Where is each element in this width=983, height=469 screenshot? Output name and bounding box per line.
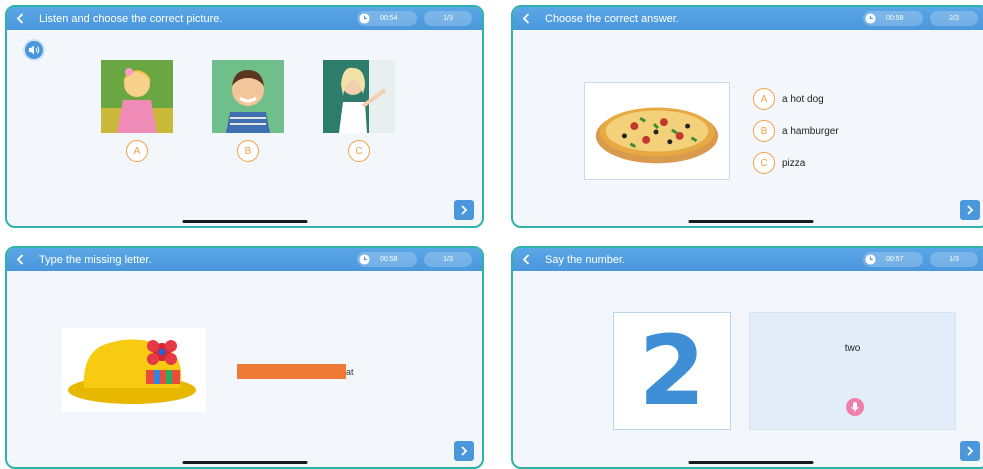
- clock-icon: [359, 254, 370, 265]
- top-bar: Say the number. 00:57 1/3: [513, 248, 983, 271]
- hat-picture: [62, 328, 206, 412]
- chevron-right-icon: [967, 446, 974, 456]
- top-bar: Type the missing letter. 00:58 1/3: [7, 248, 482, 271]
- timer-value: 00:58: [886, 15, 904, 22]
- record-button[interactable]: [846, 398, 864, 416]
- speaker-icon: [29, 45, 40, 55]
- number-value: 2: [638, 315, 706, 427]
- missing-letter-input[interactable]: [237, 364, 346, 379]
- number-display: 2: [613, 312, 731, 430]
- home-indicator: [182, 220, 307, 223]
- play-audio-button[interactable]: [23, 39, 45, 61]
- back-button[interactable]: [7, 248, 33, 271]
- back-button[interactable]: [513, 7, 539, 30]
- top-bar: Listen and choose the correct picture. 0…: [7, 7, 482, 30]
- chevron-left-icon: [522, 254, 529, 265]
- girl-picture[interactable]: [101, 60, 173, 133]
- number-word: two: [844, 343, 861, 354]
- home-indicator: [688, 461, 813, 464]
- top-bar: Choose the correct answer. 00:58 2/3: [513, 7, 983, 30]
- option-b-button[interactable]: B: [237, 140, 259, 162]
- timer-value: 00:58: [380, 256, 398, 263]
- timer-value: 00:57: [886, 256, 904, 263]
- page-indicator: 2/3: [930, 11, 978, 26]
- option-a-button[interactable]: A: [126, 140, 148, 162]
- choose-answer-card: Choose the correct answer. 00:58 2/3 A a…: [511, 5, 983, 228]
- clock-icon: [359, 13, 370, 24]
- option-b-letter: B: [753, 120, 775, 142]
- word-suffix: at: [346, 367, 354, 377]
- question-title: Choose the correct answer.: [545, 12, 679, 25]
- timer: 00:58: [863, 11, 923, 26]
- timer: 00:57: [863, 252, 923, 267]
- home-indicator: [182, 461, 307, 464]
- chevron-right-icon: [967, 205, 974, 215]
- answer-option-a[interactable]: A a hot dog: [753, 88, 824, 110]
- back-button[interactable]: [513, 248, 539, 271]
- back-button[interactable]: [7, 7, 33, 30]
- missing-letter-card: Type the missing letter. 00:58 1/3 at: [5, 246, 484, 469]
- next-button[interactable]: [454, 200, 474, 220]
- spoken-word-panel: two: [749, 312, 956, 430]
- question-title: Listen and choose the correct picture.: [39, 12, 223, 25]
- teacher-picture[interactable]: [323, 60, 395, 133]
- clock-icon: [865, 13, 876, 24]
- answer-option-c[interactable]: C pizza: [753, 152, 805, 174]
- question-title: Say the number.: [545, 253, 626, 266]
- chevron-left-icon: [16, 254, 23, 265]
- timer: 00:54: [357, 11, 417, 26]
- option-a-letter: A: [753, 88, 775, 110]
- option-c-letter: C: [753, 152, 775, 174]
- answer-option-b[interactable]: B a hamburger: [753, 120, 839, 142]
- page-indicator: 1/3: [930, 252, 978, 267]
- listen-choose-card: Listen and choose the correct picture. 0…: [5, 5, 484, 228]
- next-button[interactable]: [960, 441, 980, 461]
- boy-picture[interactable]: [212, 60, 284, 133]
- option-a-text: a hot dog: [782, 93, 824, 105]
- home-indicator: [688, 220, 813, 223]
- chevron-left-icon: [16, 13, 23, 24]
- option-b-text: a hamburger: [782, 125, 839, 137]
- chevron-right-icon: [461, 446, 468, 456]
- question-title: Type the missing letter.: [39, 253, 152, 266]
- next-button[interactable]: [960, 200, 980, 220]
- timer: 00:58: [357, 252, 417, 267]
- page-indicator: 1/3: [424, 11, 472, 26]
- pizza-picture: [584, 82, 730, 180]
- option-c-text: pizza: [782, 157, 806, 169]
- clock-icon: [865, 254, 876, 265]
- say-number-card: Say the number. 00:57 1/3 2 two: [511, 246, 983, 469]
- chevron-right-icon: [461, 205, 468, 215]
- next-button[interactable]: [454, 441, 474, 461]
- timer-value: 00:54: [380, 15, 398, 22]
- microphone-icon: [851, 402, 859, 412]
- chevron-left-icon: [522, 13, 529, 24]
- page-indicator: 1/3: [424, 252, 472, 267]
- option-c-button[interactable]: C: [348, 140, 370, 162]
